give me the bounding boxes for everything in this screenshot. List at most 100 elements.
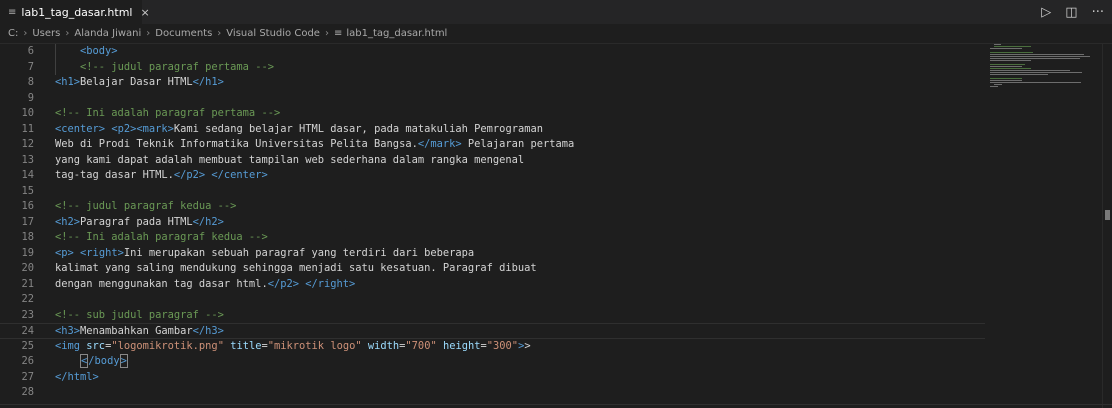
comment-token: <!-- judul paragraf pertama --> (80, 60, 274, 73)
syntax-token: <h3> (55, 325, 81, 337)
code-text: <!-- Ini adalah paragraf pertama --> (55, 106, 280, 122)
syntax-token: </h1> (192, 76, 224, 88)
syntax-token: <center> (55, 122, 106, 135)
line-number: 21 (21, 277, 34, 290)
minimap-line (990, 74, 1048, 75)
text-token: kalimat yang saling mendukung sehingga m… (55, 262, 537, 274)
minimap-line (990, 60, 1031, 61)
code-line[interactable]: 15 (0, 184, 985, 200)
code-line[interactable]: 14 tag-tag dasar HTML.</p2> </center> (0, 168, 985, 184)
code-line[interactable]: 11 <center> <p2><mark>Kami sedang belajar… (0, 122, 985, 138)
code-line[interactable]: 28 (0, 385, 985, 401)
minimap-line (990, 54, 1084, 55)
text-token: > (524, 339, 531, 352)
split-editor-icon[interactable]: ◫ (1065, 5, 1077, 20)
code-line[interactable]: 16 <!-- judul paragraf kedua --> (0, 199, 985, 215)
minimap-line (990, 68, 1031, 69)
breadcrumb-separator: › (65, 28, 70, 39)
code-text: <body> (55, 44, 118, 60)
more-actions-icon[interactable]: ··· (1092, 5, 1104, 20)
code-line[interactable]: 12 Web di Prodi Teknik Informatika Univer… (0, 137, 985, 153)
code-line[interactable]: 21 dengan menggunakan tag dasar html.</p2… (0, 277, 985, 293)
code-text: <!-- sub judul paragraf --> (55, 308, 224, 324)
file-icon: ≡ (8, 6, 17, 18)
breadcrumb: C: › Users › Alanda Jiwani › Documents ›… (0, 24, 1112, 44)
scrollbar-thumb[interactable] (1105, 210, 1110, 220)
line-number: 25 (21, 339, 34, 352)
tab-bar: ≡ lab1_tag_dasar.html × ▷ ◫ ··· (0, 0, 1112, 24)
syntax-token: <h2> (55, 215, 81, 228)
syntax-token: <right> (80, 246, 124, 259)
tab-title: lab1_tag_dasar.html (21, 5, 133, 19)
minimap-line (990, 48, 1023, 49)
vertical-scrollbar[interactable] (1102, 44, 1112, 408)
minimap-line (990, 52, 1034, 53)
code-line[interactable]: 18 <!-- Ini adalah paragraf kedua --> (0, 230, 985, 246)
code-line[interactable]: 25 <img src="logomikrotik.png" title="mik… (0, 339, 985, 355)
syntax-token: title (230, 339, 262, 352)
minimap-line (990, 66, 1023, 67)
code-line[interactable]: 23 <!-- sub judul paragraf --> (0, 308, 985, 324)
tab-lab1-tag-dasar[interactable]: ≡ lab1_tag_dasar.html × (0, 0, 150, 24)
code-text: </body> (55, 354, 128, 370)
code-line[interactable]: 19 <p> <right>Ini merupakan sebuah paragr… (0, 246, 985, 262)
minimap-line (990, 78, 1023, 79)
code-text: yang kami dapat adalah membuat tampilan … (55, 153, 524, 169)
breadcrumb-item-documents[interactable]: Documents (155, 28, 212, 39)
close-icon[interactable]: × (140, 6, 149, 19)
indent-guide (55, 44, 56, 75)
breadcrumb-item-users[interactable]: Users (32, 28, 60, 39)
code-line[interactable]: 10 <!-- Ini adalah paragraf pertama --> (0, 106, 985, 122)
breadcrumb-item-file[interactable]: lab1_tag_dasar.html (346, 28, 447, 39)
minimap-line (990, 80, 1023, 81)
line-number: 17 (21, 215, 34, 228)
line-number: 13 (21, 153, 34, 166)
line-number: 27 (21, 370, 34, 383)
code-line[interactable]: 26 </body> (0, 354, 985, 370)
line-number: 23 (21, 308, 34, 321)
code-line[interactable]: 13 yang kami dapat adalah membuat tampila… (0, 153, 985, 169)
syntax-token: width (367, 339, 400, 352)
code-line[interactable]: 27 </html> (0, 370, 985, 386)
syntax-token: <body> (80, 45, 118, 57)
code-text: <!-- judul paragraf kedua --> (55, 199, 236, 215)
minimap-line (994, 44, 1002, 45)
file-icon: ≡ (333, 28, 343, 39)
breadcrumb-item-vscode-folder[interactable]: Visual Studio Code (226, 28, 320, 39)
code-line[interactable]: 9 (0, 91, 985, 107)
run-icon[interactable]: ▷ (1041, 5, 1051, 20)
line-number: 7 (27, 60, 34, 73)
syntax-token: </right> (305, 277, 356, 290)
line-number: 16 (21, 200, 34, 212)
text-token: Paragraf pada HTML (80, 215, 193, 228)
line-number: 14 (21, 169, 34, 181)
code-line[interactable]: 22 (0, 292, 985, 308)
code-line[interactable]: 17 <h2>Paragraf pada HTML</h2> (0, 215, 985, 231)
code-editor[interactable]: 6 <body> 7 <!-- judul paragraf pertama --… (0, 44, 985, 408)
syntax-token: <h1> (55, 76, 81, 88)
syntax-token: "mikrotik logo" (267, 339, 362, 352)
syntax-token: </h2> (192, 215, 224, 228)
breadcrumb-item-user[interactable]: Alanda Jiwani (74, 28, 141, 39)
code-text: <p> <right>Ini merupakan sebuah paragraf… (55, 246, 474, 262)
line-number: 24 (21, 325, 34, 337)
code-line[interactable]: 20 kalimat yang saling mendukung sehingga… (0, 261, 985, 277)
text-token: tag-tag dasar HTML. (55, 169, 174, 181)
comment-token: <!-- judul paragraf kedua --> (55, 200, 237, 212)
code-text: </html> (55, 370, 99, 386)
minimap-line (990, 72, 1083, 73)
code-text: tag-tag dasar HTML.</p2> </center> (55, 168, 268, 184)
minimap[interactable] (990, 44, 1100, 104)
breadcrumb-separator: › (217, 28, 222, 39)
code-line[interactable]: 24 <h3>Menambahkan Gambar</h3> (0, 323, 985, 339)
code-line[interactable]: 7 <!-- judul paragraf pertama --> (0, 60, 985, 76)
breadcrumb-item-drive[interactable]: C: (8, 28, 18, 39)
syntax-token: <mark> (136, 122, 174, 135)
code-line[interactable]: 6 <body> (0, 44, 985, 60)
code-line[interactable]: 8 <h1>Belajar Dasar HTML</h1> (0, 75, 985, 91)
line-number: 20 (21, 262, 34, 274)
breadcrumb-separator: › (146, 28, 151, 39)
line-number: 26 (21, 355, 34, 367)
